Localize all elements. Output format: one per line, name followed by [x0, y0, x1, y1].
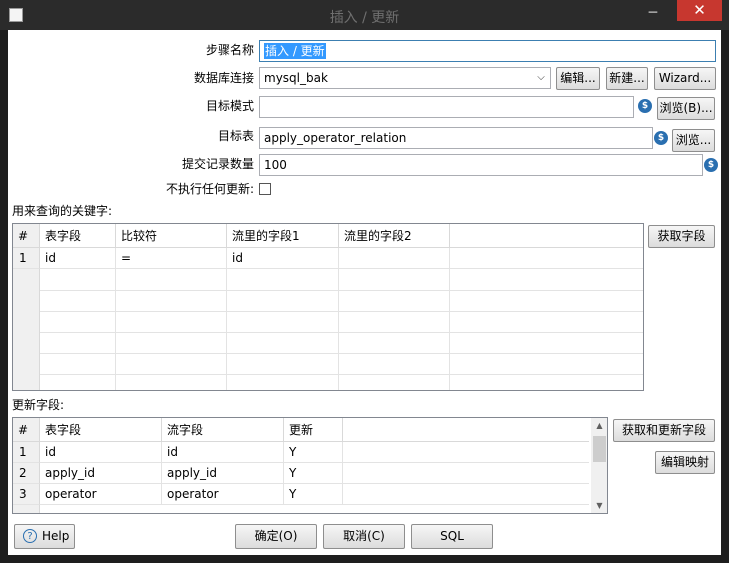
table-cell[interactable]: id [162, 442, 284, 463]
db-connection-value: mysql_bak [264, 71, 328, 85]
table-cell[interactable]: id [40, 442, 162, 463]
table-cell[interactable]: Y [284, 484, 343, 505]
update-fields-table[interactable]: # 表字段 流字段 更新 1 id id Y 2 apply_id apply_… [12, 417, 608, 514]
keys-header-table-field[interactable]: 表字段 [40, 224, 116, 248]
keys-table[interactable]: # 表字段 比较符 流里的字段1 流里的字段2 1 id = id [12, 223, 644, 391]
update-header-num: # [13, 418, 40, 442]
column-divider [449, 269, 450, 390]
chevron-down-icon[interactable]: ⌵ [532, 68, 550, 88]
scroll-up-icon[interactable]: ▲ [591, 419, 607, 433]
row-header-filler [13, 269, 40, 390]
db-connection-select[interactable]: mysql_bak [259, 67, 551, 89]
db-connection-label: 数据库连接 [193, 71, 254, 85]
edit-mapping-button[interactable]: 编辑映射 [655, 451, 715, 474]
help-label: Help [42, 529, 70, 543]
cancel-button[interactable]: 取消(C) [323, 524, 405, 549]
new-connection-button[interactable]: 新建... [606, 67, 648, 90]
row-divider [40, 353, 643, 354]
column-divider [338, 269, 339, 390]
target-table-input[interactable]: apply_operator_relation [259, 127, 653, 149]
help-icon: ? [23, 529, 37, 543]
browse-schema-button[interactable]: 浏览(B)... [657, 97, 715, 120]
keys-section-label: 用来查询的关键字: [12, 204, 113, 218]
keys-header-stream-field1[interactable]: 流里的字段1 [227, 224, 339, 248]
target-schema-label: 目标模式 [205, 99, 254, 113]
table-row-number: 2 [13, 463, 40, 484]
close-button[interactable]: ✕ [677, 0, 722, 21]
column-divider [226, 269, 227, 390]
ok-button[interactable]: 确定(O) [235, 524, 317, 549]
variable-icon: $ [704, 158, 718, 172]
update-header-filler [343, 418, 589, 442]
table-cell[interactable]: = [116, 248, 227, 269]
commit-size-label: 提交记录数量 [181, 157, 254, 171]
update-header-stream-field[interactable]: 流字段 [162, 418, 284, 442]
table-cell[interactable]: apply_id [162, 463, 284, 484]
step-name-label: 步骤名称 [205, 43, 254, 57]
step-name-value: 插入 / 更新 [264, 43, 326, 59]
no-update-label: 不执行任何更新: [165, 182, 254, 196]
target-table-label: 目标表 [217, 129, 254, 143]
column-divider [115, 269, 116, 390]
table-row-number: 1 [13, 248, 40, 269]
table-cell[interactable]: apply_id [40, 463, 162, 484]
row-header-filler [13, 505, 40, 513]
keys-header-num: # [13, 224, 40, 248]
variable-icon: $ [638, 99, 652, 113]
update-header-update[interactable]: 更新 [284, 418, 343, 442]
step-name-input[interactable]: 插入 / 更新 [259, 40, 716, 62]
keys-header-stream-field2[interactable]: 流里的字段2 [339, 224, 450, 248]
sql-button[interactable]: SQL [411, 524, 493, 549]
no-update-checkbox[interactable] [259, 183, 271, 195]
keys-header-filler [450, 224, 643, 248]
target-schema-input[interactable] [259, 96, 634, 118]
row-divider [40, 311, 643, 312]
table-cell[interactable]: id [227, 248, 339, 269]
help-button[interactable]: ? Help [14, 524, 75, 549]
table-cell[interactable]: operator [40, 484, 162, 505]
keys-header-comparator[interactable]: 比较符 [116, 224, 227, 248]
scroll-down-icon[interactable]: ▼ [591, 499, 607, 513]
wizard-button[interactable]: Wizard... [654, 67, 716, 90]
table-cell[interactable]: id [40, 248, 116, 269]
get-update-fields-button[interactable]: 获取和更新字段 [613, 419, 715, 442]
get-fields-button[interactable]: 获取字段 [648, 225, 715, 248]
edit-connection-button[interactable]: 编辑... [556, 67, 600, 90]
table-cell [343, 484, 589, 505]
commit-size-input[interactable]: 100 [259, 154, 703, 176]
table-row-number: 3 [13, 484, 40, 505]
row-divider [40, 374, 643, 375]
window-title: 插入 / 更新 [329, 10, 400, 26]
table-cell [343, 442, 589, 463]
browse-table-button[interactable]: 浏览... [672, 129, 715, 152]
scrollbar-thumb[interactable] [593, 436, 606, 462]
minimize-button[interactable]: ─ [641, 6, 665, 22]
table-cell[interactable] [339, 248, 450, 269]
table-cell[interactable]: operator [162, 484, 284, 505]
update-header-table-field[interactable]: 表字段 [40, 418, 162, 442]
table-cell [343, 463, 589, 484]
row-divider [40, 332, 643, 333]
update-section-label: 更新字段: [12, 398, 65, 412]
table-row-number: 1 [13, 442, 40, 463]
table-cell [450, 248, 643, 269]
table-cell[interactable]: Y [284, 442, 343, 463]
row-divider [40, 290, 643, 291]
variable-icon: $ [654, 131, 668, 145]
table-cell[interactable]: Y [284, 463, 343, 484]
